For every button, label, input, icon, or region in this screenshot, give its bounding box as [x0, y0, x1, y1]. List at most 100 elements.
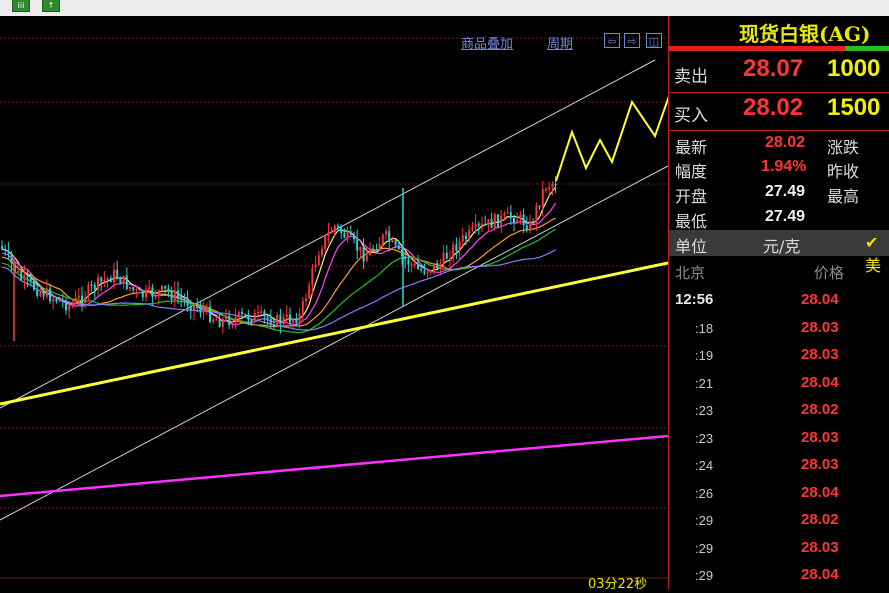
candle-body [106, 278, 109, 280]
candle-body [45, 288, 48, 297]
candle-body [116, 269, 119, 279]
candle-body [266, 316, 269, 319]
candle-body [199, 308, 202, 313]
tick-price: 28.04 [801, 566, 839, 583]
candle-body [170, 291, 173, 300]
candle-body [426, 271, 429, 274]
candle-body [103, 279, 106, 282]
candle-body [394, 240, 397, 246]
candle-body [391, 240, 394, 243]
candle-body [461, 235, 464, 242]
candle-body [129, 287, 131, 290]
buy-row[interactable]: 买入 28.02 1500 [669, 92, 889, 130]
prev-close-label: 昨收 [827, 162, 860, 181]
magenta-trendline [0, 434, 668, 498]
candle-body [282, 316, 285, 325]
buy-label: 买入 [674, 106, 708, 126]
candle-body [87, 284, 90, 298]
candle-body [90, 284, 93, 287]
tick-row: :24 28.03 [669, 456, 889, 483]
overlay-link[interactable]: 商品叠加 [461, 33, 513, 52]
tick-time: :19 [695, 348, 714, 363]
candle-body [388, 231, 391, 243]
candle-body [215, 319, 218, 321]
candle-body [154, 295, 157, 298]
candle-body [343, 233, 346, 238]
candle-body [209, 306, 211, 322]
candle-body [167, 288, 170, 292]
chart-toolbar-button[interactable]: iii [12, 0, 30, 12]
sell-label: 卖出 [674, 67, 708, 87]
candle-body [151, 287, 154, 297]
candle-body [481, 223, 483, 226]
candle-body [525, 225, 528, 231]
candlestick-chart[interactable]: 商品叠加 周期 ⇦ ⇨ ◫ 03分22秒 [0, 16, 668, 592]
candle-body [359, 246, 362, 251]
candle-body [221, 318, 224, 328]
next-page-icon[interactable]: ⇨ [624, 33, 640, 48]
candle-body [445, 252, 448, 259]
sell-row[interactable]: 卖出 28.07 1000 [669, 53, 889, 91]
candle-body [138, 289, 141, 291]
candle-body [196, 304, 199, 309]
ma-line-4 [1, 228, 556, 334]
candle-body [39, 291, 42, 296]
candle-body [397, 245, 400, 249]
candle-body [356, 239, 359, 251]
high-label: 最高 [827, 187, 860, 206]
tick-time: :29 [695, 513, 714, 528]
candle-body [375, 249, 378, 252]
candle-body [324, 235, 327, 249]
unit-extra-checkbox[interactable]: ✔ 美 [865, 233, 889, 276]
unit-label: 单位 [675, 237, 708, 256]
amplitude-value: 1.94% [761, 158, 807, 175]
candle-body [292, 318, 295, 323]
candle-body [298, 313, 301, 324]
candle-body [452, 244, 455, 259]
candle-body [506, 212, 509, 214]
candle-body [93, 284, 96, 290]
tick-price: 28.03 [801, 456, 839, 473]
layout-icon[interactable]: ◫ [646, 33, 662, 48]
period-link[interactable]: 周期 [547, 33, 573, 52]
candle-body [410, 264, 413, 266]
candle-body [420, 268, 423, 271]
candle-body [276, 314, 279, 327]
candle-body [4, 249, 7, 251]
candle-body [17, 271, 19, 273]
candle-body [263, 311, 266, 317]
candle-body [308, 285, 311, 299]
latest-label: 最新 [675, 138, 708, 157]
candle-body [538, 205, 541, 207]
candle-body [490, 219, 493, 228]
candle-body [545, 189, 547, 191]
candle-body [554, 184, 557, 186]
tick-price: 28.02 [801, 401, 839, 418]
candle-body [273, 324, 275, 327]
candle-body [321, 248, 323, 256]
candle-body [177, 290, 179, 298]
buy-price: 28.02 [743, 94, 804, 121]
tick-row: :29 28.02 [669, 511, 889, 538]
candle-body [423, 270, 426, 274]
candle-body [234, 317, 237, 324]
candle-body [183, 298, 186, 301]
buy-ratio-bar [845, 46, 889, 51]
chart-grid [0, 37, 668, 579]
forecast-path [555, 95, 668, 182]
prev-page-icon[interactable]: ⇦ [604, 33, 620, 48]
tick-price: 28.04 [801, 373, 839, 391]
tick-time: :29 [695, 568, 714, 583]
buy-volume: 1500 [827, 94, 881, 121]
candle-body [212, 319, 215, 322]
candle-body [417, 263, 419, 269]
candles [1, 175, 557, 341]
ticks-price-header: 价格 [814, 264, 845, 282]
candle-body [33, 280, 35, 290]
top-toolbar: iii ↑ [0, 0, 889, 17]
candle-body [353, 234, 355, 240]
tick-row: :21 28.04 [669, 374, 889, 401]
up-arrow-button[interactable]: ↑ [42, 0, 60, 12]
candle-body [180, 297, 183, 299]
tick-price: 28.03 [801, 346, 839, 363]
